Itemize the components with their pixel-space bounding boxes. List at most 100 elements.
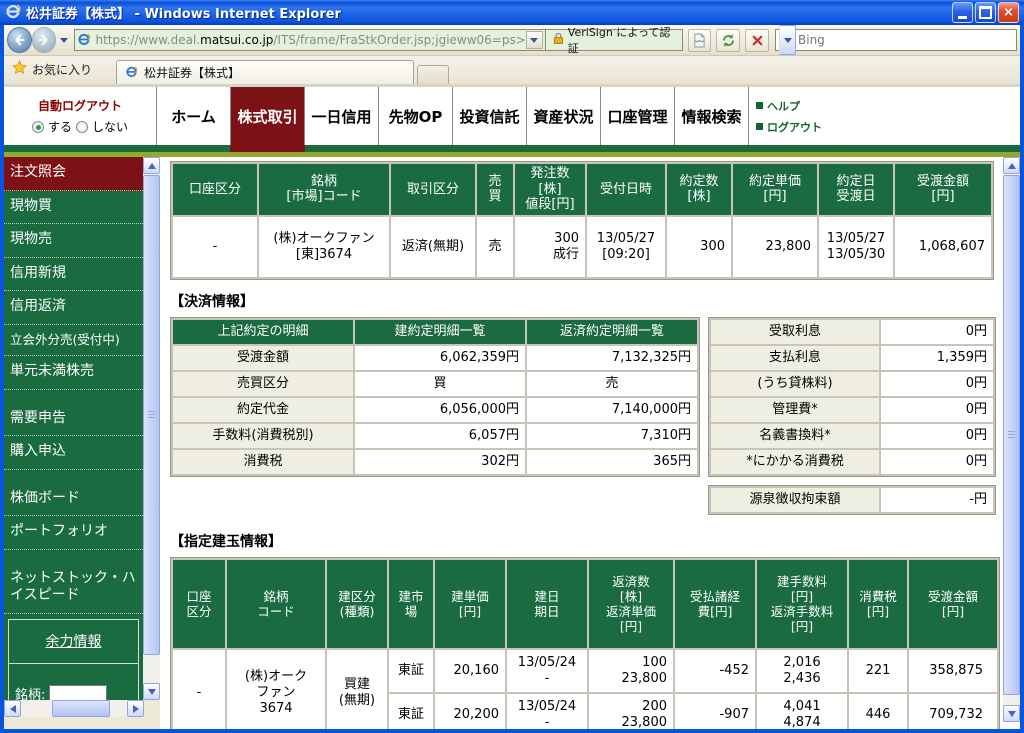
title-bar: 松井証券【株式】 - Windows Internet Explorer ×	[0, 0, 1024, 25]
stop-button[interactable]	[745, 29, 769, 52]
star-icon	[12, 60, 27, 78]
forward-button[interactable]	[32, 27, 57, 53]
window-title: 松井証券【株式】 - Windows Internet Explorer	[26, 3, 950, 22]
fee-row: 受取利息0円	[711, 320, 993, 344]
active-tab-indicator	[230, 145, 305, 152]
sidebar-item-offhours-distribution[interactable]: 立会外分売(受付中)	[4, 325, 143, 357]
sidebar-horizontal-scrollbar[interactable]	[4, 700, 144, 717]
scrollbar-thumb[interactable]	[1003, 175, 1020, 695]
settlement-row: 売買区分 買 売	[173, 372, 697, 396]
scroll-right-button[interactable]	[127, 700, 144, 717]
settlement-row: 消費税 302円 365円	[173, 450, 697, 474]
settlement-detail-table: 上記約定の明細 建約定明細一覧 返済約定明細一覧 受渡金額 6,062,359円…	[170, 317, 700, 477]
auto-logout-off-label[interactable]: しない	[92, 118, 128, 135]
sidebar-item-odd-lot-sell[interactable]: 単元未満株売	[4, 356, 143, 390]
sidebar-item-order-inquiry[interactable]: 注文照会	[4, 157, 143, 191]
sidebar-item-portfolio[interactable]: ポートフォリオ	[4, 516, 143, 550]
scroll-up-button[interactable]	[1003, 157, 1020, 174]
search-box	[775, 29, 1017, 51]
favorites-label: お気に入り	[32, 61, 92, 78]
nav-tab-day-margin[interactable]: 一日信用	[304, 87, 378, 145]
browser-tab[interactable]: 松井証券【株式】	[116, 60, 414, 84]
nav-tab-info-search[interactable]: 情報検索	[674, 87, 748, 145]
sidebar-gap	[4, 470, 143, 483]
tab-title: 松井証券【株式】	[144, 64, 240, 81]
scroll-up-button[interactable]	[143, 157, 160, 174]
favorites-button[interactable]: お気に入り	[4, 60, 102, 84]
scroll-left-button[interactable]	[4, 700, 21, 717]
nav-tab-account[interactable]: 口座管理	[600, 87, 674, 145]
nav-tab-stock-trading[interactable]: 株式取引	[230, 87, 304, 145]
sidebar-item-cash-buy[interactable]: 現物買	[4, 191, 143, 225]
scroll-down-button[interactable]	[143, 683, 160, 700]
compatibility-view-button[interactable]	[688, 29, 712, 52]
sidebar-item-cash-sell[interactable]: 現物売	[4, 224, 143, 258]
refresh-button[interactable]	[716, 29, 740, 52]
minimize-button[interactable]	[952, 2, 973, 23]
sidebar-item-netstock-hispeed[interactable]: ネットストック・ハイスピード	[4, 563, 143, 614]
sidebar-item-price-board[interactable]: 株価ボード	[4, 483, 143, 517]
order-table-header: 口座区分 銘柄 [市場]コード 取引区分 売買 発注数 [株] 値段[円] 受付…	[173, 164, 991, 215]
browser-window: 松井証券【株式】 - Windows Internet Explorer × h…	[0, 0, 1024, 733]
symbol-input[interactable]	[49, 685, 107, 700]
sidebar-menu: 注文照会 現物買 現物売 信用新規 信用返済 立会外分売(受付中) 単元未満株売…	[4, 157, 143, 700]
main-content: 口座区分 銘柄 [市場]コード 取引区分 売買 発注数 [株] 値段[円] 受付…	[160, 157, 1003, 729]
settlement-section: 上記約定の明細 建約定明細一覧 返済約定明細一覧 受渡金額 6,062,359円…	[170, 317, 1003, 515]
withholding-table: 源泉徴収拘束額-円	[708, 485, 996, 515]
nav-tab-mutual-funds[interactable]: 投資信託	[452, 87, 526, 145]
scrollbar-thumb[interactable]	[52, 700, 110, 717]
browser-toolbar: https://www.deal.matsui.co.jp/ITS/frame/…	[4, 25, 1020, 56]
fee-row: *にかかる消費税0円	[711, 450, 993, 474]
bullet-square-icon	[756, 102, 763, 109]
sidebar-item-demand-declaration[interactable]: 需要申告	[4, 403, 143, 437]
help-link[interactable]: ヘルプ	[756, 98, 858, 114]
scrollbar-corner	[144, 700, 160, 729]
scrollbar-thumb[interactable]	[143, 175, 160, 655]
content-vertical-scrollbar[interactable]	[1003, 157, 1020, 722]
site-top-nav: 自動ログアウト する しない ホーム 株式取引 一日信用 先物OP 投資信託 資…	[4, 87, 1020, 145]
settlement-row: 手数料(消費税別) 6,057円 7,310円	[173, 424, 697, 448]
settlement-row: 受渡金額 6,062,359円 7,132,325円	[173, 346, 697, 370]
order-table: 口座区分 銘柄 [市場]コード 取引区分 売買 発注数 [株] 値段[円] 受付…	[170, 161, 994, 280]
frame-bottom-filler	[4, 717, 144, 729]
url-text: https://www.deal.matsui.co.jp/ITS/frame/…	[95, 33, 525, 47]
new-tab-stub[interactable]	[417, 65, 449, 84]
positions-section-title: 【指定建玉情報】	[170, 531, 1003, 551]
margin-power-link[interactable]: 余力情報	[9, 620, 138, 664]
nav-underline-strip	[4, 145, 1020, 152]
page-favicon-icon	[77, 31, 91, 50]
security-certificate-badge[interactable]: VeriSign によって認証	[546, 29, 683, 51]
search-input[interactable]	[798, 33, 1013, 47]
tab-favicon-icon	[125, 65, 138, 81]
auto-logout-control: 自動ログアウト する しない	[4, 87, 156, 145]
auto-logout-label: 自動ログアウト	[38, 97, 122, 114]
auto-logout-on-radio[interactable]	[32, 121, 44, 133]
close-button[interactable]: ×	[998, 2, 1019, 23]
logout-link[interactable]: ログアウト	[756, 119, 858, 135]
fee-row: 支払利息1,359円	[711, 346, 993, 370]
history-dropdown-icon[interactable]	[60, 38, 68, 43]
ie-logo-icon	[5, 3, 21, 23]
position-row: - (株)オーク ファン 3674 買建 (無期) 東証 20,160 13/0…	[173, 650, 997, 692]
auto-logout-off-radio[interactable]	[76, 121, 88, 133]
nav-tab-assets[interactable]: 資産状況	[526, 87, 600, 145]
sidebar-item-margin-repay[interactable]: 信用返済	[4, 291, 143, 325]
scroll-down-button[interactable]	[1003, 705, 1020, 722]
tab-bar: お気に入り 松井証券【株式】	[4, 56, 1020, 84]
url-dropdown-button[interactable]	[526, 31, 543, 49]
symbol-label: 銘柄:	[15, 684, 45, 700]
nav-tab-home[interactable]: ホーム	[156, 87, 230, 145]
sidebar-gap	[4, 550, 143, 563]
address-bar[interactable]: https://www.deal.matsui.co.jp/ITS/frame/…	[74, 29, 545, 51]
sidebar-item-purchase-application[interactable]: 購入申込	[4, 436, 143, 470]
fee-row: 管理費*0円	[711, 398, 993, 422]
auto-logout-on-label[interactable]: する	[48, 118, 72, 135]
back-button[interactable]	[7, 27, 32, 53]
sidebar-tools-box: 余力情報 銘柄: 銘柄検索	[8, 619, 139, 700]
maximize-button[interactable]	[975, 2, 996, 23]
sidebar-vertical-scrollbar[interactable]	[143, 157, 160, 700]
sidebar-item-margin-new[interactable]: 信用新規	[4, 258, 143, 292]
search-dropdown-button[interactable]	[779, 25, 796, 55]
nav-tab-futures-op[interactable]: 先物OP	[378, 87, 452, 145]
bullet-square-icon	[756, 123, 763, 130]
